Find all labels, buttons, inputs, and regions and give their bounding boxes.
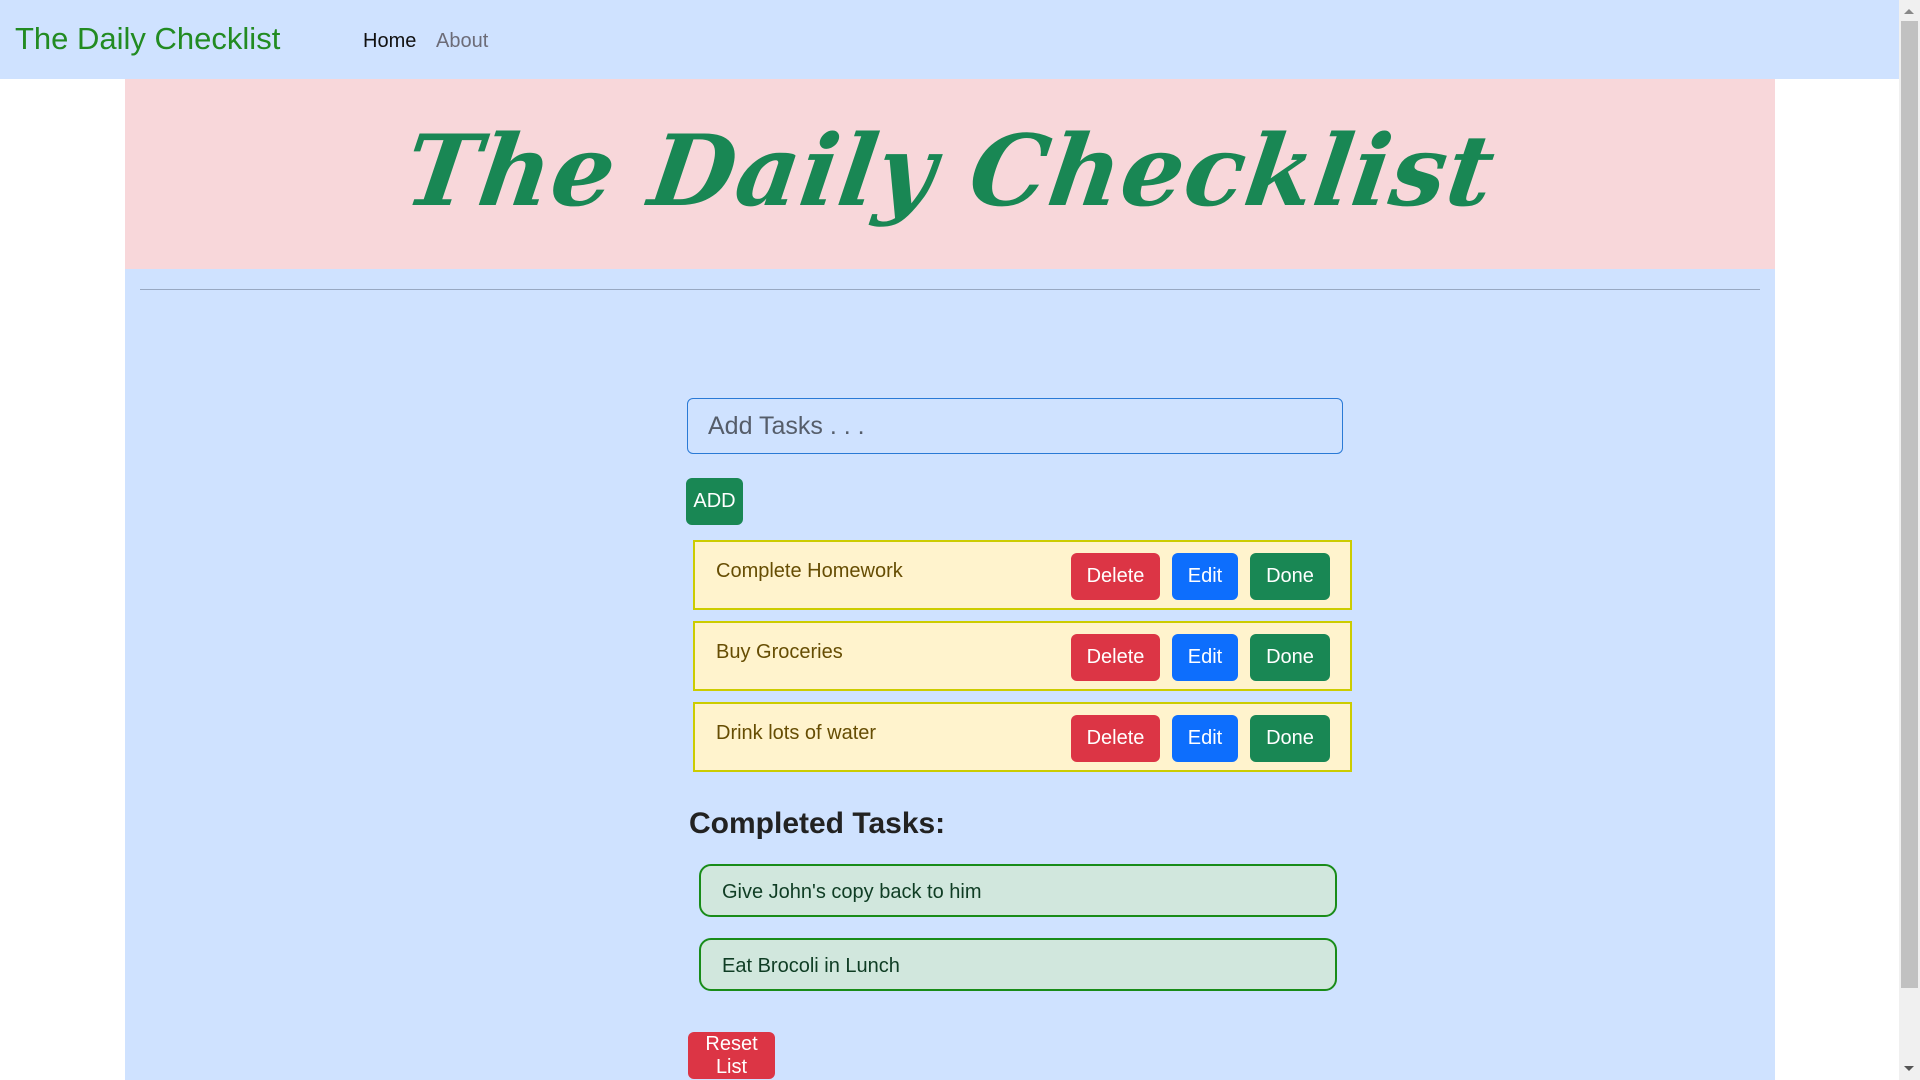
- completed-item: Eat Brocoli in Lunch: [699, 938, 1337, 991]
- add-task-input[interactable]: [687, 398, 1343, 454]
- task-item: Complete Homework Delete Edit Done: [693, 540, 1352, 610]
- delete-button[interactable]: Delete: [1071, 715, 1160, 762]
- reset-list-button[interactable]: Reset List: [688, 1032, 775, 1079]
- edit-button[interactable]: Edit: [1172, 634, 1238, 681]
- hero-title: The Daily Checklist: [398, 114, 1503, 229]
- task-text: Complete Homework: [716, 560, 903, 582]
- scroll-up-arrow-icon[interactable]: [1899, 0, 1920, 20]
- scrollbar-thumb[interactable]: [1901, 21, 1918, 988]
- navbar-brand[interactable]: The Daily Checklist: [15, 19, 280, 59]
- scroll-down-arrow-icon[interactable]: [1899, 1060, 1920, 1080]
- task-text: Drink lots of water: [716, 722, 877, 744]
- completed-list: Give John's copy back to him Eat Brocoli…: [699, 864, 1337, 1012]
- task-text: Buy Groceries: [716, 641, 843, 663]
- hero-banner: The Daily Checklist: [125, 79, 1775, 269]
- task-item: Drink lots of water Delete Edit Done: [693, 702, 1352, 772]
- completed-item: Give John's copy back to him: [699, 864, 1337, 917]
- done-button[interactable]: Done: [1250, 553, 1330, 600]
- task-item: Buy Groceries Delete Edit Done: [693, 621, 1352, 691]
- done-button[interactable]: Done: [1250, 634, 1330, 681]
- navbar: The Daily Checklist Home About: [0, 0, 1899, 79]
- delete-button[interactable]: Delete: [1071, 553, 1160, 600]
- nav-link-home[interactable]: Home: [363, 28, 416, 54]
- main-container: The Daily Checklist ADD Complete Homewor…: [125, 79, 1775, 1080]
- delete-button[interactable]: Delete: [1071, 634, 1160, 681]
- completed-heading: Completed Tasks:: [689, 807, 946, 840]
- nav-link-about[interactable]: About: [436, 28, 488, 54]
- edit-button[interactable]: Edit: [1172, 553, 1238, 600]
- completed-text: Give John's copy back to him: [722, 881, 982, 903]
- vertical-scrollbar[interactable]: [1899, 0, 1920, 1080]
- task-list: Complete Homework Delete Edit Done Buy G…: [693, 540, 1352, 783]
- edit-button[interactable]: Edit: [1172, 715, 1238, 762]
- done-button[interactable]: Done: [1250, 715, 1330, 762]
- completed-text: Eat Brocoli in Lunch: [722, 955, 900, 977]
- add-button[interactable]: ADD: [686, 478, 743, 525]
- divider: [140, 289, 1760, 290]
